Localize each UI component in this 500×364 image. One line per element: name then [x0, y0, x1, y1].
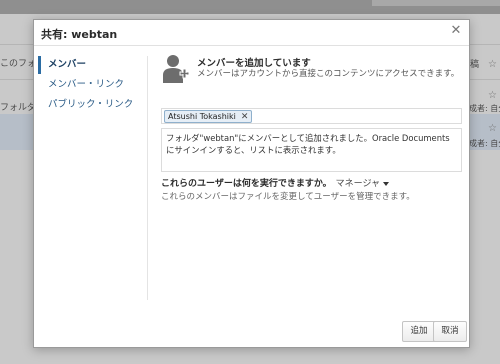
remove-icon[interactable]: ✕ [241, 112, 249, 122]
background-text: このフォ [0, 59, 37, 69]
add-button[interactable]: 追加 [402, 321, 436, 342]
permission-row: これらのユーザーは何を実行できますか。 マネージャ [161, 176, 461, 189]
nav-item-members[interactable]: メンバー [38, 56, 148, 74]
member-chip: Atsushi Tokashiki ✕ [164, 110, 253, 123]
cancel-button[interactable]: 取消 [433, 321, 467, 342]
star-icon: ☆ [488, 123, 497, 134]
message-field[interactable]: フォルダ"webtan"にメンバーとして追加されました。Oracle Docum… [161, 128, 462, 172]
dialog-nav: メンバー メンバー・リンク パブリック・リンク [38, 56, 148, 116]
star-icon: ☆ [488, 59, 497, 70]
permission-description: これらのメンバーはファイルを変更してユーザーを管理できます。 [161, 192, 415, 202]
nav-divider [147, 56, 148, 300]
background-text: 成者: 自分 [469, 139, 500, 148]
share-dialog: 共有: webtan ✕ メンバー メンバー・リンク パブリック・リンク メンバ… [33, 19, 470, 348]
background-text: 稿 [470, 60, 480, 70]
dialog-title: 共有: webtan [41, 28, 118, 41]
background-search-bar [372, 0, 500, 6]
nav-item-public-link[interactable]: パブリック・リンク [38, 96, 148, 114]
background-text: 成者: 自分 [469, 104, 500, 113]
permission-question: これらのユーザーは何を実行できますか。 [161, 179, 332, 189]
dialog-header: 共有: webtan ✕ [34, 20, 469, 46]
star-icon: ☆ [488, 90, 497, 101]
role-dropdown[interactable]: マネージャ [335, 179, 390, 189]
member-chip-label: Atsushi Tokashiki [168, 112, 236, 121]
background-topbar [0, 0, 500, 14]
member-input[interactable]: Atsushi Tokashiki ✕ [161, 108, 462, 124]
caret-down-icon [383, 181, 390, 186]
close-icon[interactable]: ✕ [449, 24, 463, 38]
add-user-icon [163, 55, 189, 83]
panel-subtitle: メンバーはアカウントから直接このコンテンツにアクセスできます。 [197, 69, 460, 79]
role-value: マネージャ [335, 179, 381, 189]
nav-item-member-link[interactable]: メンバー・リンク [38, 76, 148, 94]
